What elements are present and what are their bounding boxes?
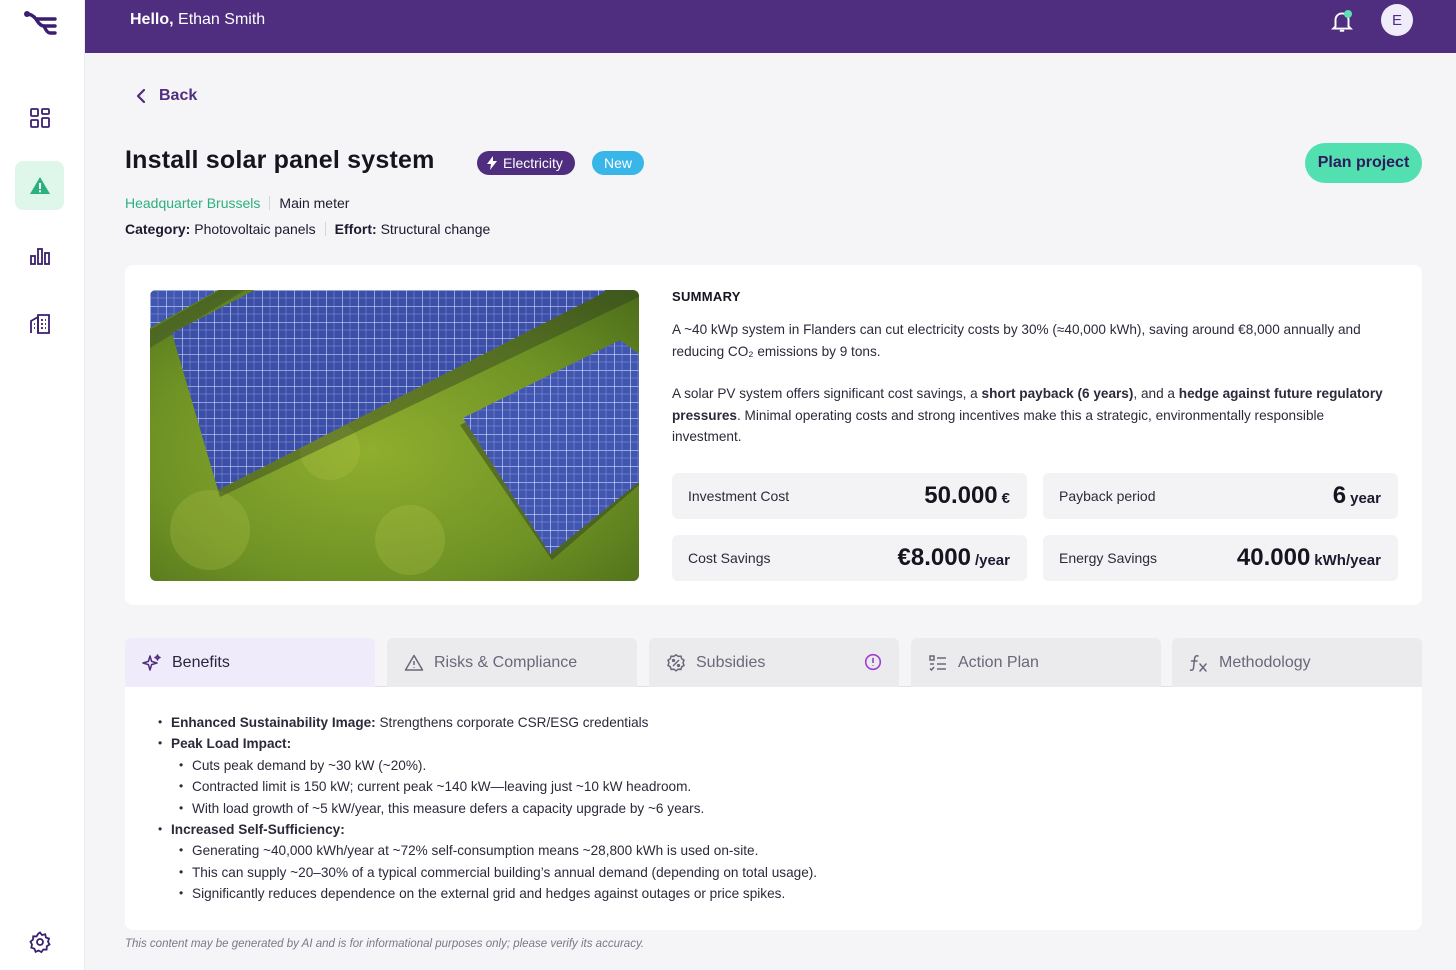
energy-savings-metric: Energy Savings 40.000 kWh/year (1043, 535, 1398, 581)
app-logo-icon[interactable] (22, 8, 62, 42)
divider (324, 222, 326, 236)
sidebar-item-analytics[interactable] (15, 231, 64, 280)
status-badge: New (592, 151, 645, 175)
back-link[interactable]: Back (135, 87, 197, 105)
solar-panel-photo (150, 290, 639, 581)
checklist-icon (929, 654, 946, 671)
category-badge: Electricity (477, 151, 575, 175)
location-line: Headquarter Brussels Main meter (125, 195, 349, 211)
tab-benefits[interactable]: Benefits (125, 638, 375, 687)
divider (269, 196, 271, 210)
sidebar-item-buildings[interactable] (15, 299, 64, 348)
benefits-panel: Enhanced Sustainability Image: Strengthe… (125, 687, 1422, 930)
sparkles-icon (142, 653, 161, 671)
list-item: Enhanced Sustainability Image: Strengthe… (158, 712, 817, 734)
tab-subsidies[interactable]: Subsidies (649, 638, 899, 687)
cost-savings-metric: Cost Savings €8.000/year (672, 535, 1027, 581)
discount-badge-icon (667, 653, 685, 672)
list-item: Cuts peak demand by ~30 kW (~20%). (179, 755, 817, 777)
function-icon (1189, 654, 1207, 672)
alert-circle-icon (864, 653, 882, 671)
tab-bar: Benefits Risks & Compliance Subsidies Ac… (125, 638, 1422, 687)
chart-icon (29, 247, 50, 265)
ai-disclaimer: This content may be generated by AI and … (125, 938, 645, 950)
list-item: Increased Self-Sufficiency: Generating ~… (158, 819, 817, 905)
list-item: Generating ~40,000 kWh/year at ~72% self… (179, 840, 817, 862)
summary-details: A solar PV system offers significant cos… (672, 386, 1383, 444)
dashboard-icon (29, 107, 50, 128)
summary-text: A ~40 kWp system in Flanders can cut ele… (672, 322, 1361, 359)
plan-project-button[interactable]: Plan project (1305, 143, 1422, 183)
meter-label: Main meter (279, 195, 350, 211)
category-line: Category: Photovoltaic panels Effort: St… (125, 221, 491, 237)
sidebar-item-dashboard[interactable] (15, 93, 64, 142)
alert-icon (29, 176, 50, 194)
greeting: Hello, Ethan Smith (130, 11, 266, 28)
sidebar-item-measures[interactable] (15, 161, 64, 210)
sidebar-item-settings[interactable] (15, 917, 64, 966)
list-item: With load growth of ~5 kW/year, this mea… (179, 798, 817, 820)
gear-icon (28, 930, 51, 953)
tab-action-plan[interactable]: Action Plan (911, 638, 1161, 687)
location-link[interactable]: Headquarter Brussels (125, 195, 260, 211)
tab-methodology[interactable]: Methodology (1172, 638, 1422, 687)
warning-triangle-icon (404, 654, 424, 671)
chevron-left-icon (136, 88, 146, 104)
benefits-list: Enhanced Sustainability Image: Strengthe… (158, 712, 817, 905)
list-item: This can supply ~20–30% of a typical com… (179, 862, 817, 884)
list-item: Peak Load Impact: Cuts peak demand by ~3… (158, 733, 817, 820)
notification-dot (1344, 10, 1352, 18)
summary-card: SUMMARY A ~40 kWp system in Flanders can… (125, 265, 1422, 605)
avatar[interactable]: E (1381, 4, 1413, 36)
page-title: Install solar panel system (125, 146, 435, 174)
top-bar: Hello, Ethan Smith E (85, 0, 1456, 53)
lightning-icon (487, 156, 497, 170)
tab-risks-compliance[interactable]: Risks & Compliance (387, 638, 637, 687)
list-item: Significantly reduces dependence on the … (179, 883, 817, 905)
building-icon (29, 313, 50, 334)
sidebar (0, 0, 85, 970)
payback-period-metric: Payback period 6 year (1043, 473, 1398, 519)
investment-cost-metric: Investment Cost 50.000 € (672, 473, 1027, 519)
list-item: Contracted limit is 150 kW; current peak… (179, 776, 817, 798)
summary-heading: SUMMARY (672, 289, 741, 304)
